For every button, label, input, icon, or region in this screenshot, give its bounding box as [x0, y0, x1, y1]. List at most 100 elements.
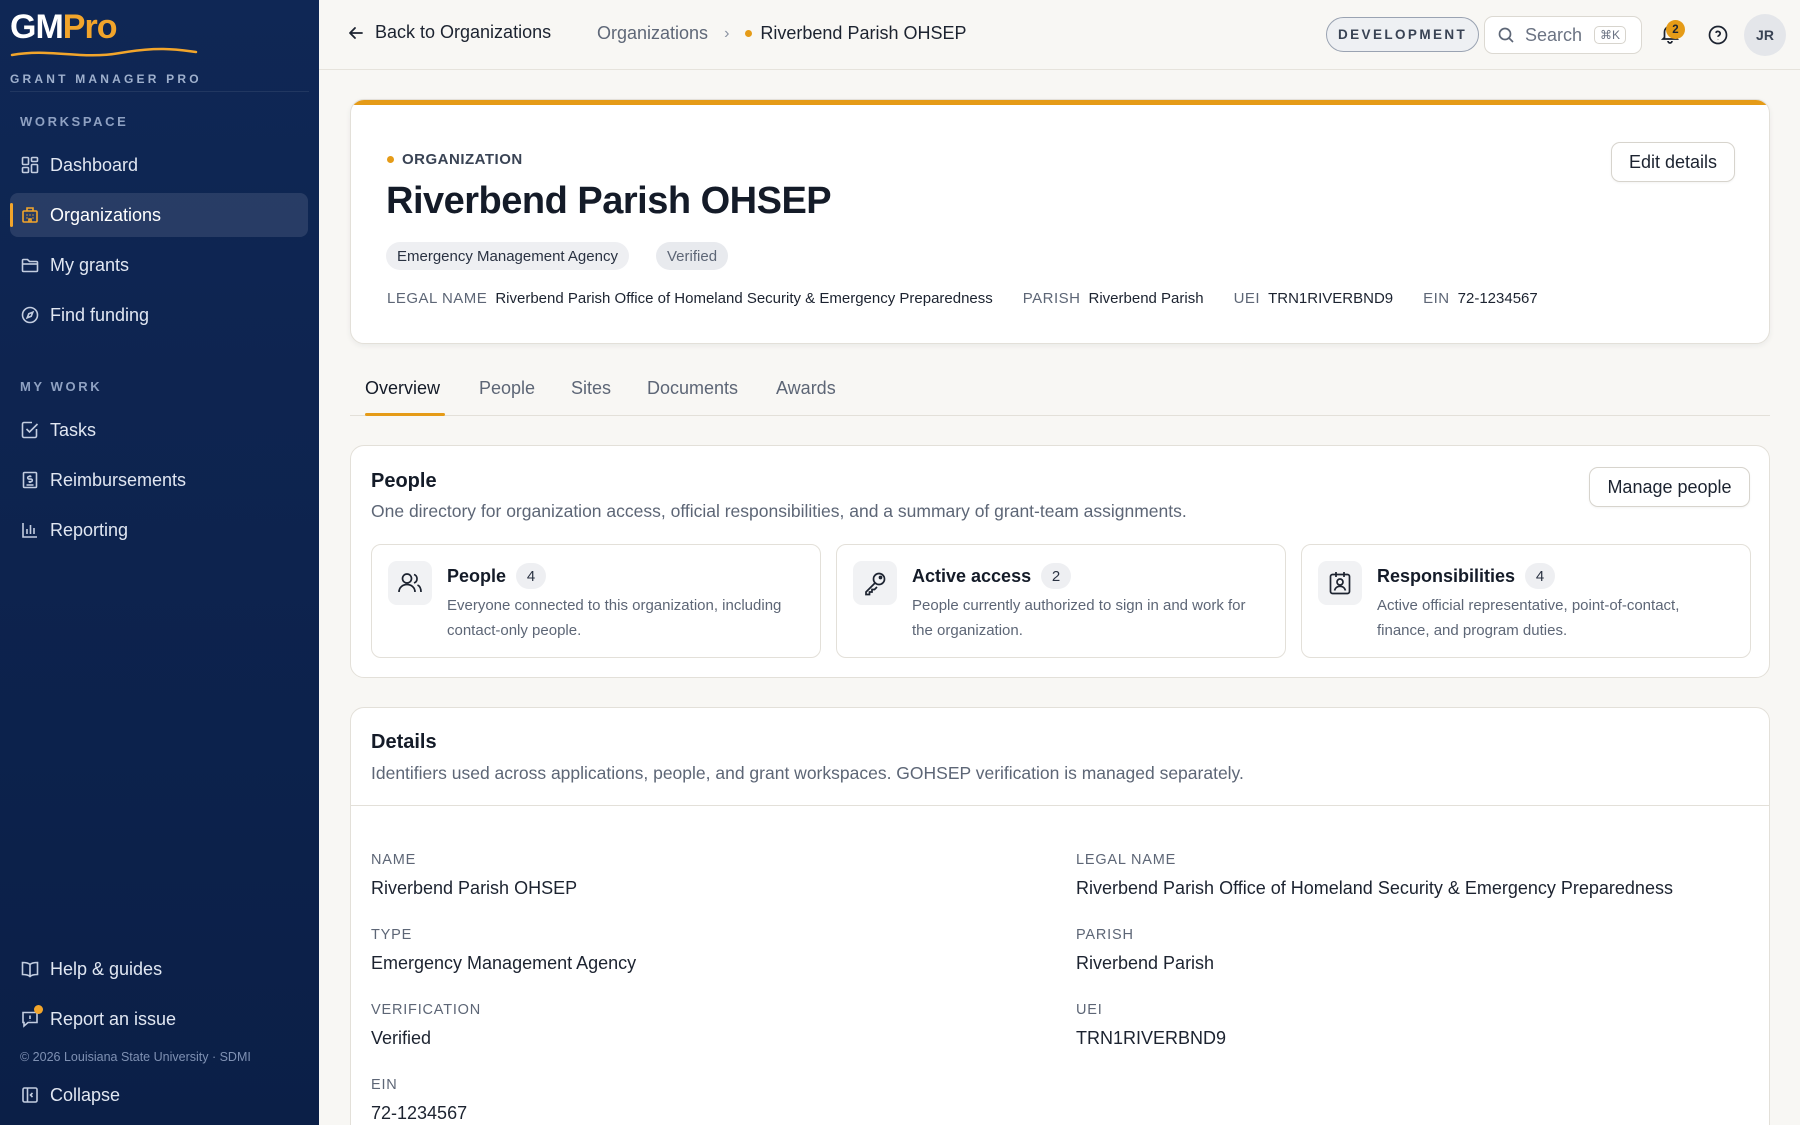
sidebar-item-reporting[interactable]: Reporting [10, 508, 308, 552]
sidebar-item-reimbursements[interactable]: Reimbursements [10, 458, 308, 502]
logo-wordmark: GMPro [10, 8, 117, 46]
people-stat-card[interactable]: People 4 Everyone connected to this organ… [371, 544, 821, 658]
uei-field-value: TRN1RIVERBND9 [1076, 1028, 1227, 1048]
page-title: Riverbend Parish OHSEP [386, 180, 832, 222]
people-section-title: People [371, 470, 437, 492]
legal-name-field-label: LEGAL NAME [1076, 852, 1177, 868]
sidebar-item-label: Report an issue [50, 1008, 177, 1029]
help-circle-icon [1708, 25, 1728, 45]
app-logo[interactable]: GMPro GRANT MANAGER PRO [10, 8, 199, 86]
book-icon [20, 959, 40, 979]
sidebar-item-label: Reimbursements [50, 469, 187, 490]
type-field-label: TYPE [371, 927, 413, 943]
sidebar-item-help[interactable]: Help & guides [10, 947, 308, 991]
meta-ein: EIN 72-1234567 [1423, 290, 1538, 307]
people-section: People One directory for organization ac… [350, 445, 1770, 678]
top-bar: Back to Organizations Organizations › Ri… [319, 0, 1800, 70]
search-placeholder: Search [1525, 24, 1583, 45]
stat-title: Active access 2 [912, 563, 1072, 589]
user-avatar[interactable]: JR [1744, 14, 1786, 56]
compass-icon [20, 305, 40, 325]
sidebar-item-my-grants[interactable]: My grants [10, 243, 308, 287]
sidebar-item-organizations[interactable]: Organizations [10, 193, 308, 237]
sidebar-item-find-funding[interactable]: Find funding [10, 293, 308, 337]
receipt-icon [20, 470, 40, 490]
chevron-right-icon: › [724, 24, 730, 42]
search-button[interactable]: Search ⌘K [1484, 16, 1642, 54]
parish-field-label: PARISH [1076, 927, 1134, 943]
back-to-organizations-link[interactable]: Back to Organizations [347, 22, 551, 43]
tab-sites[interactable]: Sites [571, 378, 611, 399]
stat-description: People currently authorized to sign in a… [912, 597, 1246, 639]
type-field-value: Emergency Management Agency [371, 953, 637, 973]
report-indicator-dot [34, 1005, 43, 1014]
sidebar-item-label: My grants [50, 254, 130, 275]
copyright-text: © 2026 Louisiana State University · SDMI [20, 1050, 251, 1064]
details-section-description: Identifiers used across applications, pe… [371, 763, 1244, 783]
sidebar-item-report-issue[interactable]: Report an issue [10, 997, 308, 1041]
meta-parish: PARISH Riverbend Parish [1022, 290, 1204, 307]
stat-title: Responsibilities 4 [1377, 563, 1556, 589]
active-access-stat-card[interactable]: Active access 2 People currently authoriz… [836, 544, 1286, 658]
help-button[interactable] [1707, 24, 1729, 51]
ein-field-value: 72-1234567 [371, 1103, 468, 1123]
details-section: Details Identifiers used across applicat… [350, 707, 1770, 1125]
active-tab-indicator [365, 413, 445, 416]
collapse-icon [20, 1085, 40, 1105]
sidebar-item-label: Help & guides [50, 958, 163, 979]
status-badge: Verified [656, 242, 729, 270]
collapse-sidebar-button[interactable]: Collapse [10, 1073, 308, 1117]
sidebar-item-label: Collapse [50, 1084, 121, 1105]
sidebar-item-tasks[interactable]: Tasks [10, 408, 308, 452]
breadcrumb-dot [745, 30, 753, 37]
sidebar-item-label: Organizations [50, 204, 162, 225]
my-work-heading: MY WORK [20, 379, 103, 394]
key-icon [853, 561, 897, 605]
breadcrumb-current: Riverbend Parish OHSEP [760, 23, 967, 43]
name-field-value: Riverbend Parish OHSEP [371, 878, 578, 898]
organization-meta: LEGAL NAME Riverbend Parish Office of Hom… [387, 290, 1568, 307]
id-badge-icon [1318, 561, 1362, 605]
edit-details-button[interactable]: Edit details [1611, 142, 1735, 182]
stat-count-badge: 2 [1041, 563, 1072, 589]
name-field-label: NAME [371, 852, 417, 868]
notification-count-badge: 2 [1666, 20, 1685, 39]
details-section-title: Details [371, 731, 437, 753]
responsibilities-stat-card[interactable]: Responsibilities 4 Active official repres… [1301, 544, 1751, 658]
type-badge: Emergency Management Agency [386, 242, 629, 270]
meta-legal-name: LEGAL NAME Riverbend Parish Office of Hom… [387, 290, 993, 307]
breadcrumb: Organizations › Riverbend Parish OHSEP [597, 23, 966, 44]
sidebar-item-label: Reporting [50, 519, 129, 540]
workspace-heading: WORKSPACE [20, 114, 129, 129]
environment-badge: DEVELOPMENT [1326, 17, 1480, 52]
verification-field-value: Verified [371, 1028, 432, 1048]
tab-overview[interactable]: Overview [365, 378, 440, 399]
tab-people[interactable]: People [479, 378, 535, 399]
sidebar-item-dashboard[interactable]: Dashboard [10, 143, 308, 187]
dashboard-icon [20, 155, 40, 175]
tab-awards[interactable]: Awards [776, 378, 836, 399]
uei-field-label: UEI [1076, 1002, 1103, 1018]
back-label: Back to Organizations [375, 22, 552, 42]
stat-description: Everyone connected to this organization,… [447, 597, 782, 639]
tab-bar: Overview People Sites Documents Awards [350, 370, 1770, 416]
organization-header-card: ORGANIZATION Riverbend Parish OHSEP Emer… [350, 99, 1770, 344]
legal-name-field-value: Riverbend Parish Office of Homeland Secu… [1076, 878, 1673, 898]
manage-people-button[interactable]: Manage people [1589, 467, 1750, 507]
sidebar-divider [10, 91, 309, 92]
sidebar-item-label: Tasks [50, 419, 97, 440]
logo-swoosh-icon [10, 47, 198, 57]
tab-documents[interactable]: Documents [647, 378, 738, 399]
search-shortcut: ⌘K [1594, 26, 1627, 44]
verification-field-label: VERIFICATION [371, 1002, 482, 1018]
stat-count-badge: 4 [1525, 563, 1556, 589]
search-icon [1498, 27, 1514, 43]
eyebrow-dot [387, 156, 394, 163]
stat-count-badge: 4 [516, 563, 547, 589]
sidebar-item-label: Find funding [50, 304, 150, 325]
accent-bar [351, 100, 1769, 105]
organization-eyebrow: ORGANIZATION [387, 151, 523, 168]
stat-title: People 4 [447, 563, 547, 589]
breadcrumb-organizations[interactable]: Organizations [597, 23, 708, 44]
people-section-description: One directory for organization access, o… [371, 501, 1187, 521]
